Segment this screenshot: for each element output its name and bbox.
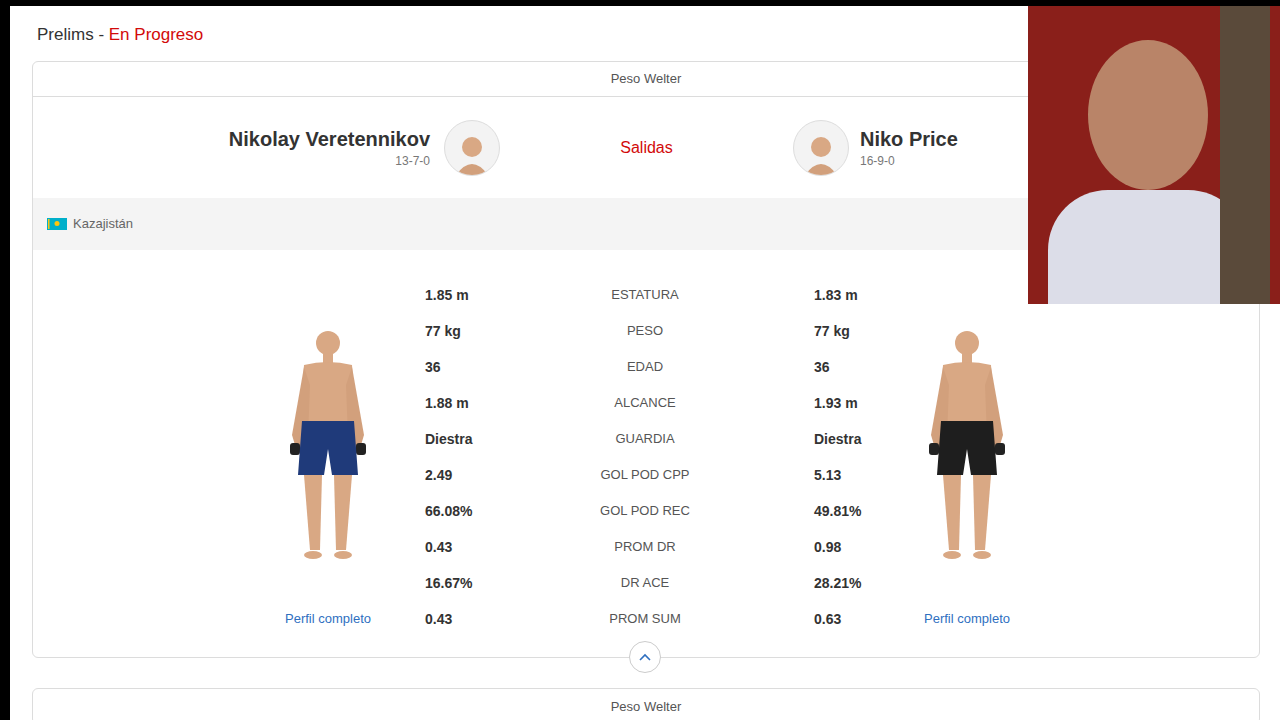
stat-right: 49.81% [745, 501, 865, 522]
stat-label: ESTATURA [545, 285, 745, 305]
stat-row: 16.67%DR ACE28.21% [425, 565, 865, 601]
stat-right: 28.21% [745, 573, 865, 594]
stat-right: 5.13 [745, 465, 865, 486]
stat-row: 2.49GOL POD CPP5.13 [425, 457, 865, 493]
stat-label: GUARDIA [545, 429, 745, 449]
profile-link[interactable]: Perfil completo [285, 609, 371, 629]
fighter-name[interactable]: Niko Price [860, 126, 958, 152]
stat-label: GOL POD REC [545, 501, 745, 521]
fighter-avatar [444, 120, 500, 176]
collapse-button[interactable] [629, 641, 661, 673]
stat-right: 77 kg [745, 321, 865, 342]
stat-left: 36 [425, 357, 545, 378]
stat-row: 36EDAD36 [425, 349, 865, 385]
status-label: En Progreso [109, 25, 204, 44]
stat-left: 16.67% [425, 573, 545, 594]
stat-right: 0.98 [745, 537, 865, 558]
fighter-record: 13-7-0 [395, 152, 430, 170]
kazakhstan-flag-icon [47, 218, 67, 230]
page: Prelims - En ProgresoPeso WelterNikolay … [0, 0, 1280, 720]
stat-left: 66.08% [425, 501, 545, 522]
weight-class: Peso Welter [33, 689, 1259, 720]
stat-left: 77 kg [425, 321, 545, 342]
stat-left: 1.88 m [425, 393, 545, 414]
stat-row: 1.85 mESTATURA1.83 m [425, 277, 865, 313]
stat-label: PESO [545, 321, 745, 341]
next-bout-card: Peso Welter [32, 688, 1260, 720]
fighter-record: 16-9-0 [860, 152, 895, 170]
fighter-name[interactable]: Nikolay Veretennikov [229, 126, 430, 152]
webcam-overlay [1028, 0, 1280, 304]
fighter-avatar [793, 120, 849, 176]
chevron-up-icon [638, 652, 652, 662]
stat-row: 1.88 mALCANCE1.93 m [425, 385, 865, 421]
stats-table: 1.85 mESTATURA1.83 m77 kgPESO77 kg36EDAD… [425, 277, 865, 637]
stat-right: 1.83 m [745, 285, 865, 306]
stat-label: EDAD [545, 357, 745, 377]
stat-label: PROM DR [545, 537, 745, 557]
stat-row: 66.08%GOL POD REC49.81% [425, 493, 865, 529]
fighter-photo [278, 325, 378, 565]
stat-label: GOL POD CPP [545, 465, 745, 485]
stats-section: Perfil completo1.85 mESTATURA1.83 m77 kg… [33, 250, 1259, 637]
stat-row: 0.43PROM DR0.98 [425, 529, 865, 565]
fighter-photo [917, 325, 1017, 565]
stat-label: ALCANCE [545, 393, 745, 413]
profile-link[interactable]: Perfil completo [924, 609, 1010, 629]
stat-left: 1.85 m [425, 285, 545, 306]
stat-label: PROM SUM [545, 609, 745, 629]
stat-row: 77 kgPESO77 kg [425, 313, 865, 349]
stat-left: Diestra [425, 429, 545, 450]
stat-row: 0.43PROM SUM0.63 [425, 601, 865, 637]
country-label: Kazajistán [73, 214, 133, 234]
stat-right: 0.63 [745, 609, 865, 630]
stat-right: 36 [745, 357, 865, 378]
stat-left: 0.43 [425, 609, 545, 630]
stat-left: 2.49 [425, 465, 545, 486]
stat-right: 1.93 m [745, 393, 865, 414]
stat-right: Diestra [745, 429, 865, 450]
stat-left: 0.43 [425, 537, 545, 558]
stat-row: DiestraGUARDIADiestra [425, 421, 865, 457]
bout-status: Salidas [620, 136, 672, 160]
stat-label: DR ACE [545, 573, 745, 593]
